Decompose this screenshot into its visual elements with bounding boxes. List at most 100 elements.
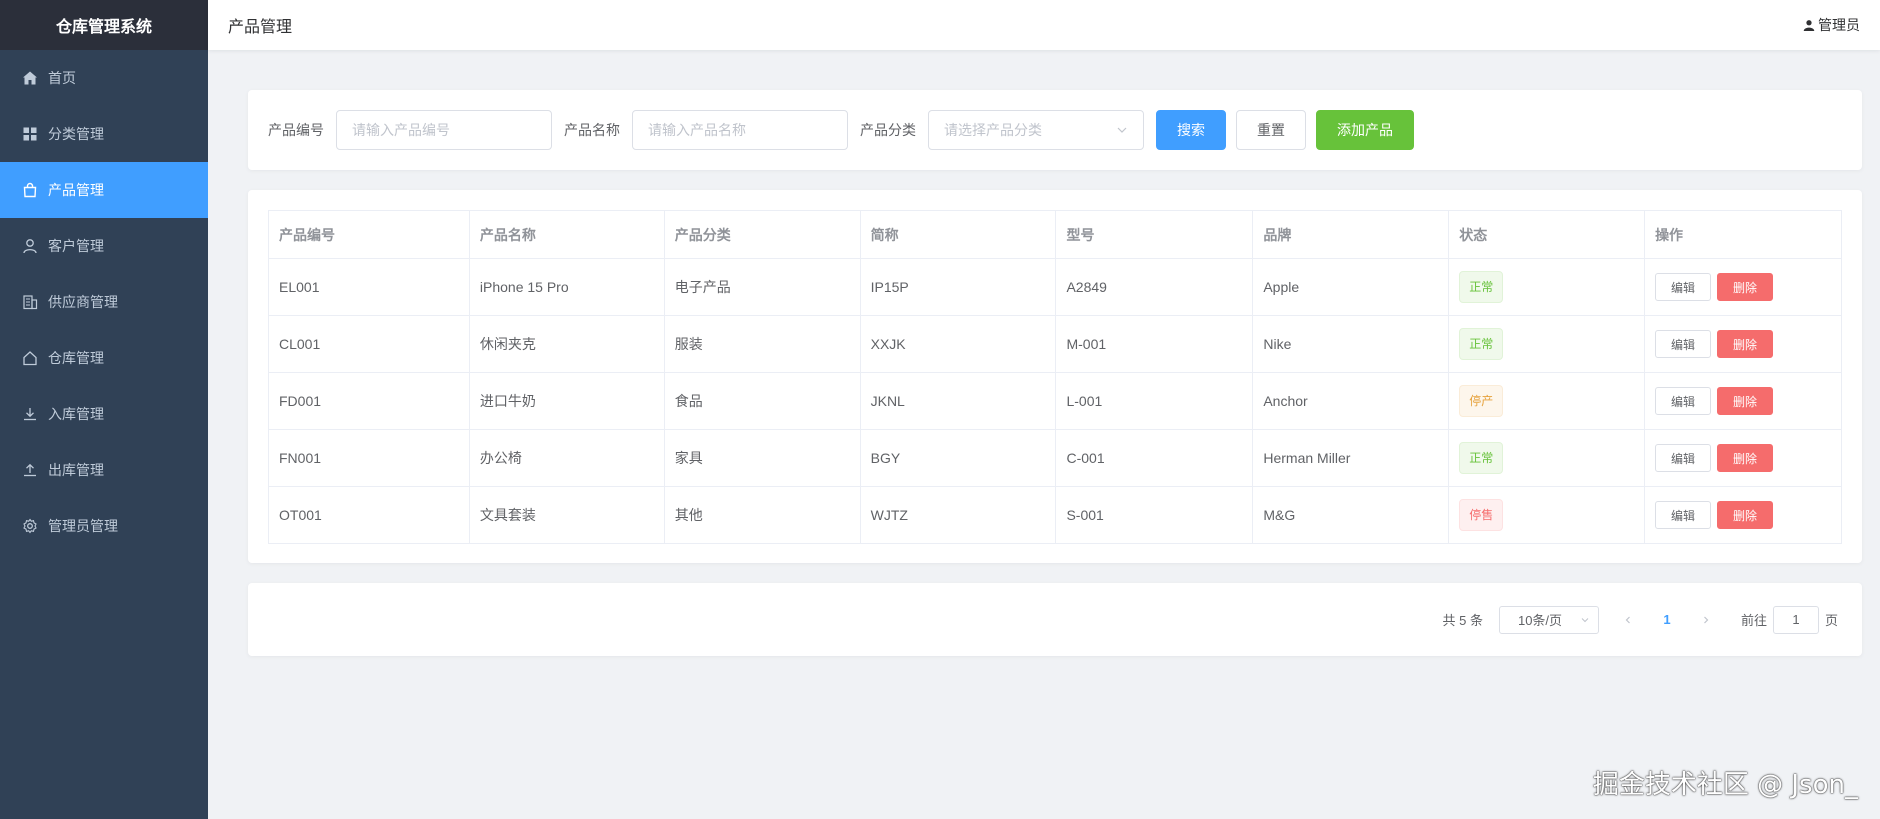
cell-status: 正常	[1448, 258, 1646, 316]
sidebar: 仓库管理系统 首页分类管理产品管理客户管理供应商管理仓库管理入库管理出库管理管理…	[0, 0, 208, 819]
cell-code: CL001	[268, 315, 470, 373]
code-label: 产品编号	[268, 122, 324, 138]
goto-input[interactable]: 1	[1772, 605, 1819, 634]
sidebar-item-label: 供应商管理	[48, 294, 118, 310]
user-menu[interactable]: 管理员	[1803, 15, 1860, 35]
edit-button[interactable]: 编辑	[1655, 387, 1712, 415]
cell-model: A2849	[1055, 258, 1254, 316]
column-header: 状态	[1448, 210, 1646, 259]
goto-page: 前往 1 页	[1740, 605, 1838, 634]
house-icon	[22, 350, 38, 366]
cell-name: 休闲夹克	[469, 315, 665, 373]
chevron-down-icon	[1117, 127, 1127, 133]
delete-button[interactable]: 删除	[1717, 501, 1774, 529]
sidebar-item-category[interactable]: 分类管理	[0, 106, 208, 162]
cell-model: M-001	[1055, 315, 1254, 373]
cell-name: 文具套装	[469, 486, 665, 544]
name-input[interactable]: 请输入产品名称	[632, 110, 848, 150]
cell-actions: 编辑 删除	[1644, 429, 1842, 487]
product-table: 产品编号 产品名称 产品分类 简称 型号 品牌 状态 操作 EL001 iPhone 15 Pr…	[268, 210, 1842, 544]
column-header: 产品编号	[268, 210, 470, 259]
table-row: FD001 进口牛奶 食品 JKNL L-001 Anchor 停产 编辑 删除	[268, 372, 1842, 430]
column-header: 简称	[860, 210, 1057, 259]
status-badge: 正常	[1459, 328, 1504, 360]
cell-category: 食品	[664, 372, 861, 430]
home-icon	[22, 70, 38, 86]
sidebar-item-product[interactable]: 产品管理	[0, 162, 208, 218]
sidebar-item-inbound[interactable]: 入库管理	[0, 386, 208, 442]
category-label: 产品分类	[860, 122, 916, 138]
page-size-select[interactable]: 10条/页	[1498, 605, 1599, 634]
sidebar-menu: 首页分类管理产品管理客户管理供应商管理仓库管理入库管理出库管理管理员管理	[0, 50, 208, 554]
add-product-button[interactable]: 添加产品	[1316, 110, 1414, 150]
edit-button[interactable]: 编辑	[1655, 330, 1712, 358]
delete-button[interactable]: 删除	[1717, 330, 1774, 358]
sidebar-item-supplier[interactable]: 供应商管理	[0, 274, 208, 330]
product-table-card: 产品编号 产品名称 产品分类 简称 型号 品牌 状态 操作 EL001 iPhone 15 Pr…	[248, 190, 1862, 563]
sidebar-item-label: 管理员管理	[48, 518, 118, 534]
cell-actions: 编辑 删除	[1644, 258, 1842, 316]
cell-status: 停产	[1448, 372, 1646, 430]
reset-button[interactable]: 重置	[1236, 110, 1306, 150]
next-page-button[interactable]	[1691, 606, 1721, 634]
category-select[interactable]: 请选择产品分类	[928, 110, 1144, 150]
delete-button[interactable]: 删除	[1717, 273, 1774, 301]
cell-category: 家具	[664, 429, 861, 487]
cell-model: S-001	[1055, 486, 1254, 544]
cell-code: EL001	[268, 258, 470, 316]
column-header: 操作	[1644, 210, 1842, 259]
table-row: OT001 文具套装 其他 WJTZ S-001 M&G 停售 编辑 删除	[268, 486, 1842, 544]
app-title: 仓库管理系统	[0, 0, 208, 50]
sidebar-item-label: 分类管理	[48, 126, 104, 142]
chevron-right-icon	[1704, 616, 1709, 623]
cell-category: 其他	[664, 486, 861, 544]
cell-abbr: JKNL	[860, 372, 1057, 430]
page-number[interactable]: 1	[1643, 612, 1691, 627]
table-row: FN001 办公椅 家具 BGY C-001 Herman Miller 正常 编辑 删除	[268, 429, 1842, 487]
sidebar-item-label: 仓库管理	[48, 350, 104, 366]
grid-icon	[22, 126, 38, 142]
prev-page-button[interactable]	[1613, 606, 1643, 634]
edit-button[interactable]: 编辑	[1655, 273, 1712, 301]
edit-button[interactable]: 编辑	[1655, 444, 1712, 472]
sidebar-item-customer[interactable]: 客户管理	[0, 218, 208, 274]
cell-abbr: XXJK	[860, 315, 1057, 373]
cell-actions: 编辑 删除	[1644, 372, 1842, 430]
table-header-row: 产品编号 产品名称 产品分类 简称 型号 品牌 状态 操作	[268, 210, 1842, 259]
pagination: 共 5 条 10条/页 1 前往 1 页	[248, 583, 1862, 656]
upload-icon	[22, 462, 38, 478]
delete-button[interactable]: 删除	[1717, 444, 1774, 472]
status-badge: 停产	[1459, 385, 1504, 417]
sidebar-item-home[interactable]: 首页	[0, 50, 208, 106]
cell-status: 正常	[1448, 429, 1646, 487]
sidebar-item-label: 入库管理	[48, 406, 104, 422]
sidebar-item-outbound[interactable]: 出库管理	[0, 442, 208, 498]
table-row: EL001 iPhone 15 Pro 电子产品 IP15P A2849 Apple 正常 编…	[268, 258, 1842, 316]
edit-button[interactable]: 编辑	[1655, 501, 1712, 529]
user-icon	[22, 238, 38, 254]
sidebar-item-label: 客户管理	[48, 238, 104, 254]
column-header: 产品名称	[469, 210, 665, 259]
cell-code: FD001	[268, 372, 470, 430]
sidebar-item-admin[interactable]: 管理员管理	[0, 498, 208, 554]
status-badge: 正常	[1459, 271, 1504, 303]
search-button[interactable]: 搜索	[1156, 110, 1226, 150]
download-icon	[22, 406, 38, 422]
cell-actions: 编辑 删除	[1644, 486, 1842, 544]
chevron-left-icon	[1625, 616, 1630, 623]
cell-abbr: BGY	[860, 429, 1057, 487]
cell-category: 电子产品	[664, 258, 861, 316]
page-suffix: 页	[1824, 613, 1838, 628]
goto-label: 前往	[1740, 613, 1767, 628]
cell-name: 办公椅	[469, 429, 665, 487]
table-row: CL001 休闲夹克 服装 XXJK M-001 Nike 正常 编辑 删除	[268, 315, 1842, 373]
cell-code: FN001	[268, 429, 470, 487]
delete-button[interactable]: 删除	[1717, 387, 1774, 415]
search-form: 产品编号 请输入产品编号 产品名称 请输入产品名称 产品分类 请选择产品分类 搜…	[248, 90, 1862, 170]
office-building-icon	[22, 294, 38, 310]
sidebar-item-warehouse[interactable]: 仓库管理	[0, 330, 208, 386]
top-header: 产品管理 管理员	[208, 0, 1880, 50]
code-input[interactable]: 请输入产品编号	[336, 110, 552, 150]
table-body: EL001 iPhone 15 Pro 电子产品 IP15P A2849 Apple 正常编…	[268, 258, 1842, 544]
username: 管理员	[1818, 17, 1860, 33]
